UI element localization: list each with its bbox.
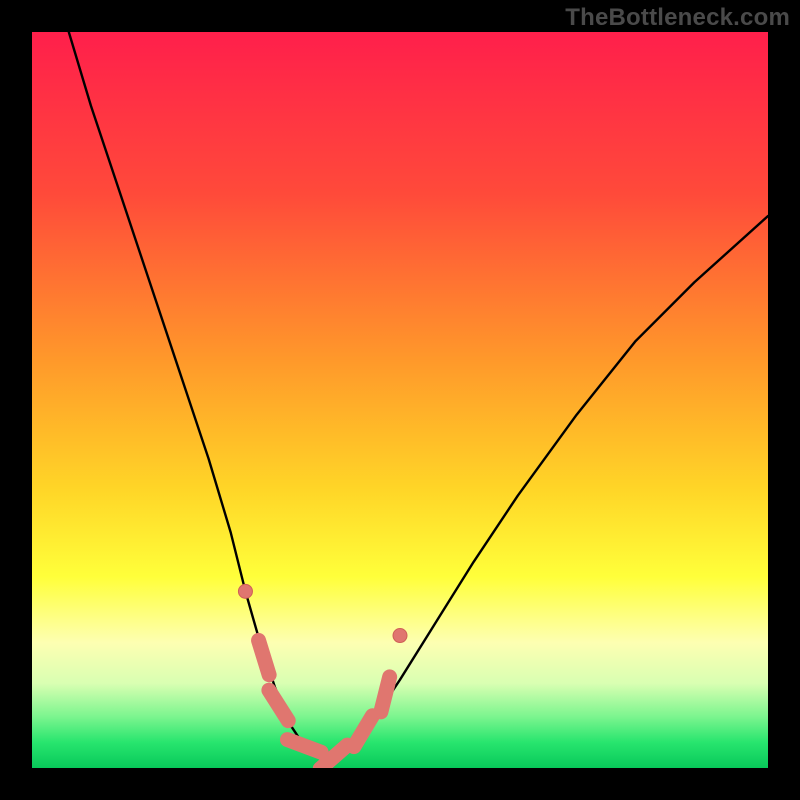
plot-area	[32, 32, 768, 768]
curve-marker-dot	[238, 584, 252, 598]
chart-frame: TheBottleneck.com	[0, 0, 800, 800]
curve-marker-pill	[259, 640, 270, 674]
gradient-background	[32, 32, 768, 768]
plot-svg	[32, 32, 768, 768]
curve-marker-dot	[393, 629, 407, 643]
watermark-text: TheBottleneck.com	[565, 4, 790, 32]
curve-marker-pill	[381, 677, 390, 712]
